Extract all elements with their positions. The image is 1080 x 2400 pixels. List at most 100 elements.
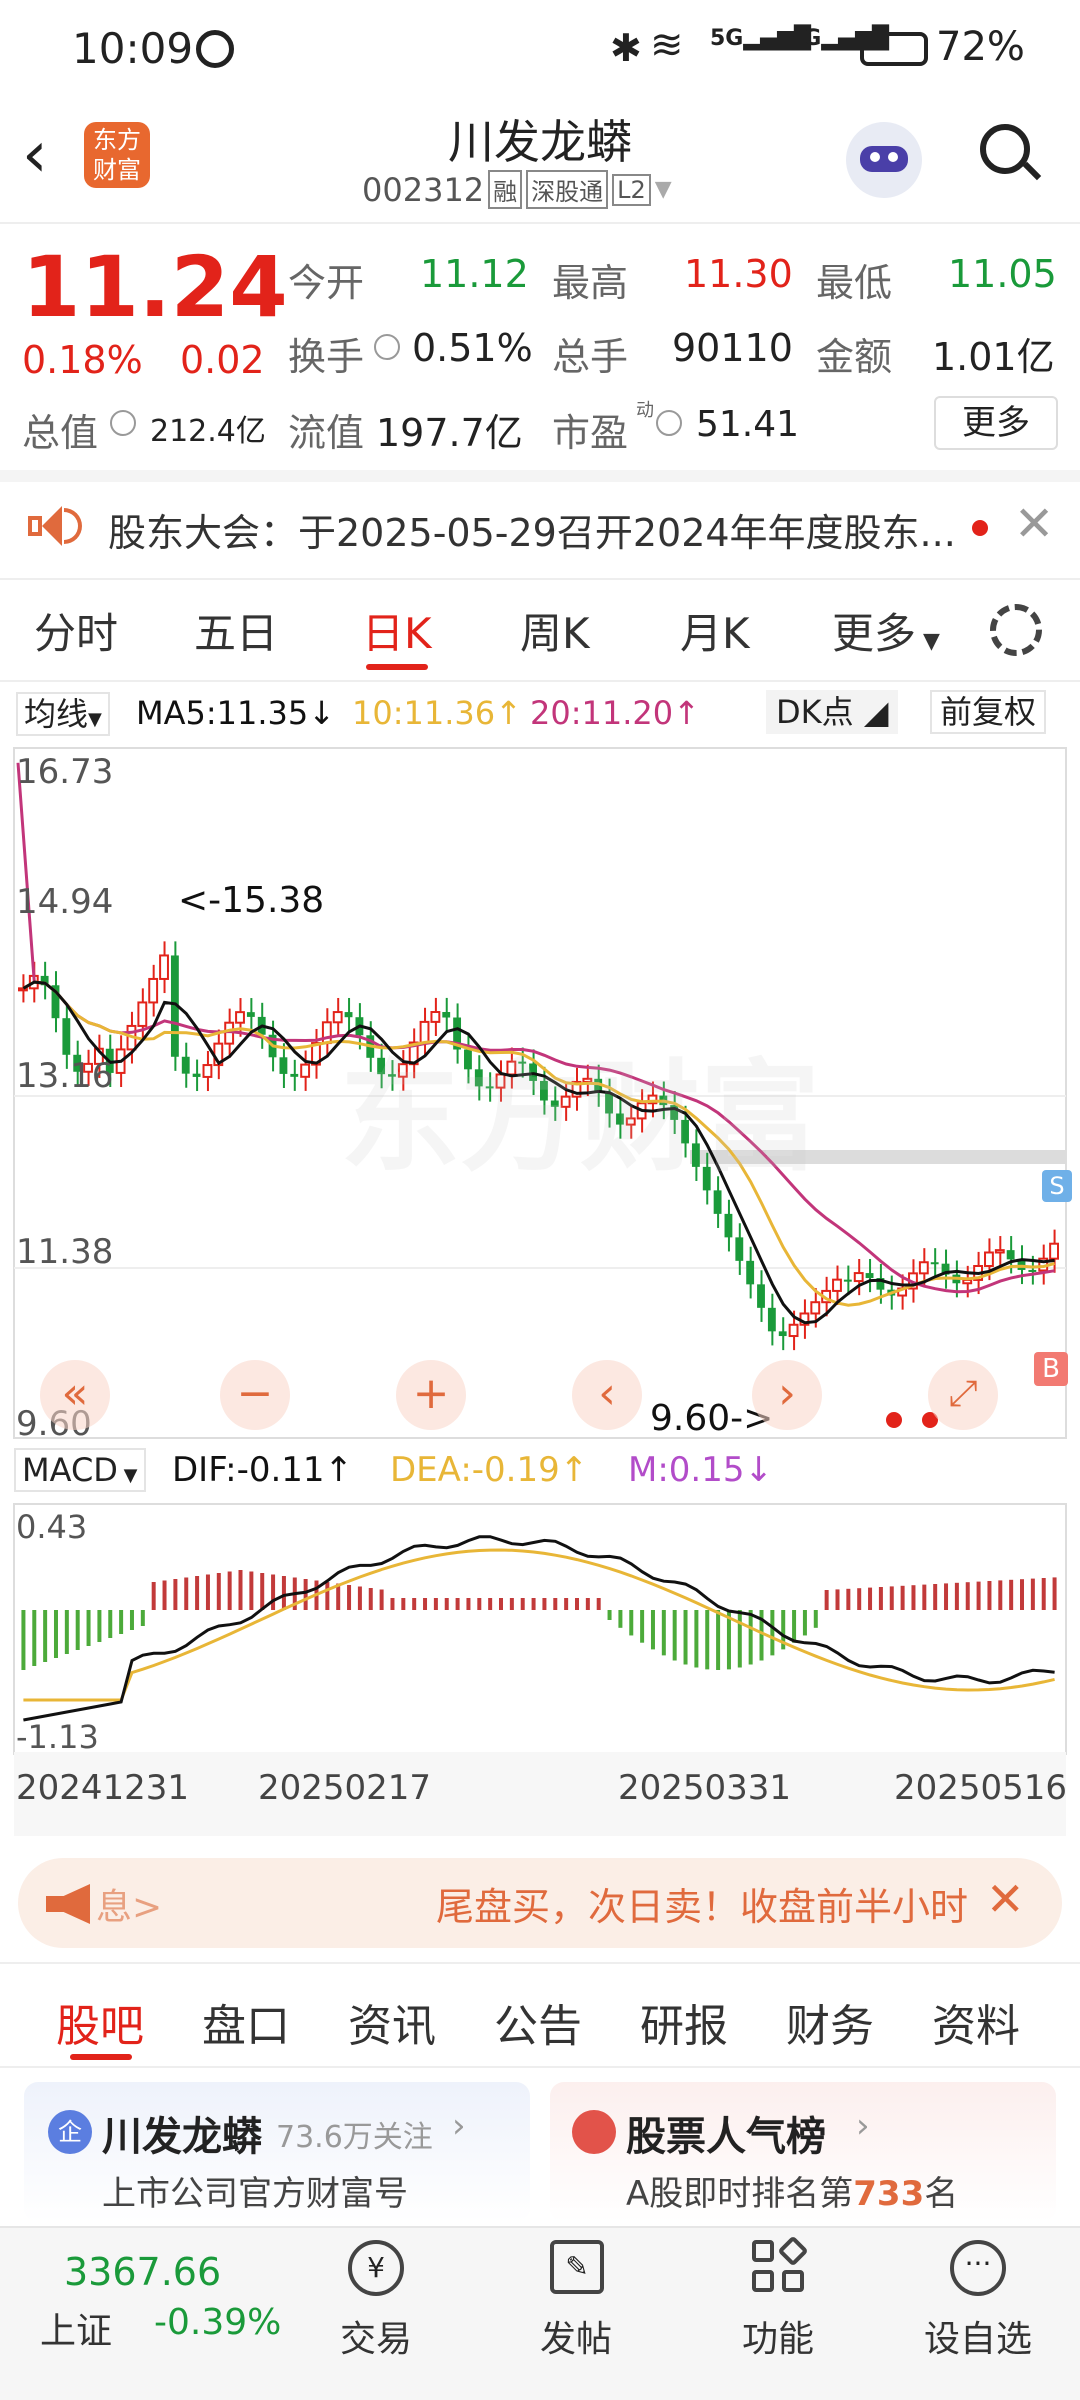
tab-pankou[interactable]: 盘口 [202,1990,290,2054]
nav-functions[interactable]: 功能 [698,2310,858,2362]
candle-body [246,1012,255,1017]
tab-daily-k[interactable]: 日K [362,600,432,661]
card1-subtitle: 上市公司官方财富号 [102,2174,408,2214]
pe-label: 市盈 [552,411,629,455]
tab-finance[interactable]: 财务 [786,1990,874,2054]
y-tick-3: 13.16 [16,1056,114,1096]
candle-body [344,1012,353,1018]
y-tick-1: 16.73 [16,752,114,792]
banner-left-text: 息> [96,1887,163,1928]
nav-post[interactable]: 发帖 [496,2310,656,2362]
open-label: 今开 [288,261,365,305]
tab-news[interactable]: 资讯 [348,1990,436,2054]
info-icon[interactable] [110,410,136,436]
high-label: 最高 [552,261,629,305]
scroll-right-button[interactable]: › [752,1360,822,1430]
fullscreen-icon[interactable]: ⤢ [928,1360,998,1430]
date-3: 20250331 [618,1768,792,1808]
active-tab-underline [366,664,428,670]
index-value[interactable]: 3367.66 [64,2250,221,2294]
jump-start-button[interactable]: « [40,1360,110,1430]
close-icon[interactable]: ✕ [986,1872,1025,1926]
candle-body [1006,1250,1015,1260]
close-icon[interactable]: ✕ [1014,496,1054,552]
low-label: 最低 [816,261,893,305]
float-value: 197.7亿 [376,411,523,455]
badge-rong: 融 [488,170,523,209]
low-value: 11.05 [948,252,1057,296]
card1-title: 川发龙蟒 [102,2114,262,2160]
badge-l2: L2 [612,173,651,206]
trade-icon[interactable]: ¥ [348,2240,404,2296]
pe-sup: 动 [636,400,654,421]
chevron-down-icon: ▼ [654,177,672,202]
dk-point-button[interactable]: DK点 ◢ [766,690,899,734]
notice-text[interactable]: 股东大会：于2025-05-29召开2024年年度股东... [108,502,968,557]
status-time: 10:09 [72,24,194,73]
nav-trade[interactable]: 交易 [296,2310,456,2362]
ranking-icon [572,2110,616,2154]
robot-avatar-icon[interactable] [846,122,922,198]
ma20-legend: 20:11.20↑ [530,694,700,732]
buy-point-badge[interactable]: B [1034,1352,1068,1386]
post-icon[interactable]: ✎ [550,2240,604,2294]
ma10-legend: 10:11.36↑ [352,694,522,732]
open-value: 11.12 [420,252,529,296]
card2-title: 股票人气榜 [626,2114,826,2160]
stock-code-row[interactable]: 002312 融 深股通 L2 ▼ [362,170,672,209]
settings-gear-icon[interactable] [990,604,1042,656]
volume-label: 总手 [552,335,629,379]
candle-body [810,1301,821,1315]
battery-percent: 72% [936,24,1025,70]
active-tab-underline [70,2054,132,2060]
index-change: -0.39% [154,2302,282,2343]
watermark: 东方财富 [340,1049,820,1188]
candle-body [159,954,169,980]
more-quote-button[interactable]: 更多 [934,396,1058,450]
candle-body [832,1278,842,1292]
card1-follow: 73.6万关注 [276,2120,433,2155]
tab-profile[interactable]: 资料 [932,1990,1020,2054]
ma-selector[interactable]: 均线▼ [16,692,110,736]
function-grid-icon[interactable] [752,2235,809,2294]
tab-research[interactable]: 研报 [640,1990,728,2054]
candle-body [148,977,159,1004]
sell-point-badge[interactable]: S [1042,1170,1072,1202]
y-tick-2: 14.94 [16,882,114,922]
candle-body [279,1057,288,1074]
date-2: 20250217 [258,1768,432,1808]
tab-more[interactable]: 更多 ▼ [832,600,940,661]
search-icon[interactable] [980,124,1042,182]
tab-guba[interactable]: 股吧 [56,1990,144,2054]
stock-code: 002312 [362,170,485,209]
card2-rank: 733 [853,2174,925,2214]
date-4: 20250516 [894,1768,1068,1808]
tab-announcements[interactable]: 公告 [494,1990,582,2054]
index-name: 上证 [40,2311,113,2352]
tab-5day[interactable]: 五日 [194,600,278,661]
macd-chart[interactable] [0,1500,1080,1760]
add-watchlist-icon[interactable]: ··· [950,2240,1006,2296]
info-icon[interactable] [374,334,400,360]
macd-selector[interactable]: MACD ▼ [14,1448,146,1492]
candle-body [181,1056,190,1074]
wifi-icon: ≋ [650,22,684,68]
tab-monthly-k[interactable]: 月K [680,600,750,661]
candle-body [788,1323,799,1338]
candle-body [962,1278,973,1285]
candle-body [137,1001,148,1027]
tab-intraday[interactable]: 分时 [34,600,118,661]
info-icon[interactable] [656,410,682,436]
volume-value: 90110 [672,326,793,370]
scroll-left-button[interactable]: ‹ [572,1360,642,1430]
zoom-out-button[interactable]: − [220,1360,290,1430]
bluetooth-icon: ✱ [610,26,642,70]
candle-body [746,1260,755,1285]
zoom-in-button[interactable]: + [396,1360,466,1430]
candle-body [321,1021,332,1045]
adjust-button[interactable]: 前复权 [930,690,1047,734]
tab-weekly-k[interactable]: 周K [520,600,590,661]
nav-add-watchlist[interactable]: 设自选 [898,2310,1058,2362]
macd-bottom-tick: -1.13 [16,1718,99,1756]
candle-body [757,1284,765,1308]
